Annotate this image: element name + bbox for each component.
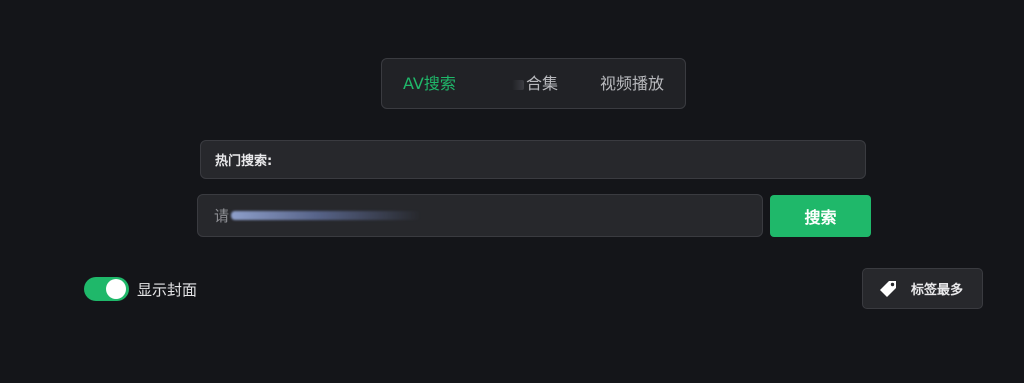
toggle-knob (106, 279, 126, 299)
show-cover-label: 显示封面 (137, 280, 198, 299)
page: AV搜索 合集 视频播放 热门搜索: 请 搜索 显示封面 标签最多 (0, 0, 1024, 383)
most-tags-button[interactable]: 标签最多 (862, 268, 983, 309)
tab-av-search[interactable]: AV搜索 (403, 59, 456, 108)
hot-search-label: 热门搜索: (215, 154, 273, 169)
search-button[interactable]: 搜索 (770, 195, 871, 237)
hot-search-bar: 热门搜索: (200, 140, 866, 179)
tab-label: AV搜索 (403, 74, 456, 93)
search-placeholder: 请 (214, 207, 230, 225)
tab-collection[interactable]: 合集 (512, 59, 558, 108)
show-cover-toggle[interactable] (84, 277, 129, 301)
tab-label: 视频播放 (600, 74, 665, 93)
search-input[interactable]: 请 (197, 194, 763, 237)
tag-icon (878, 279, 898, 299)
show-cover-toggle-group: 显示封面 (84, 277, 197, 301)
obscured-placeholder-text (231, 211, 422, 220)
most-tags-label: 标签最多 (911, 283, 964, 298)
tab-video-play[interactable]: 视频播放 (600, 59, 664, 108)
tab-label: 合集 (526, 74, 559, 93)
mode-tabs: AV搜索 合集 视频播放 (381, 58, 686, 109)
obscured-text (512, 79, 524, 90)
